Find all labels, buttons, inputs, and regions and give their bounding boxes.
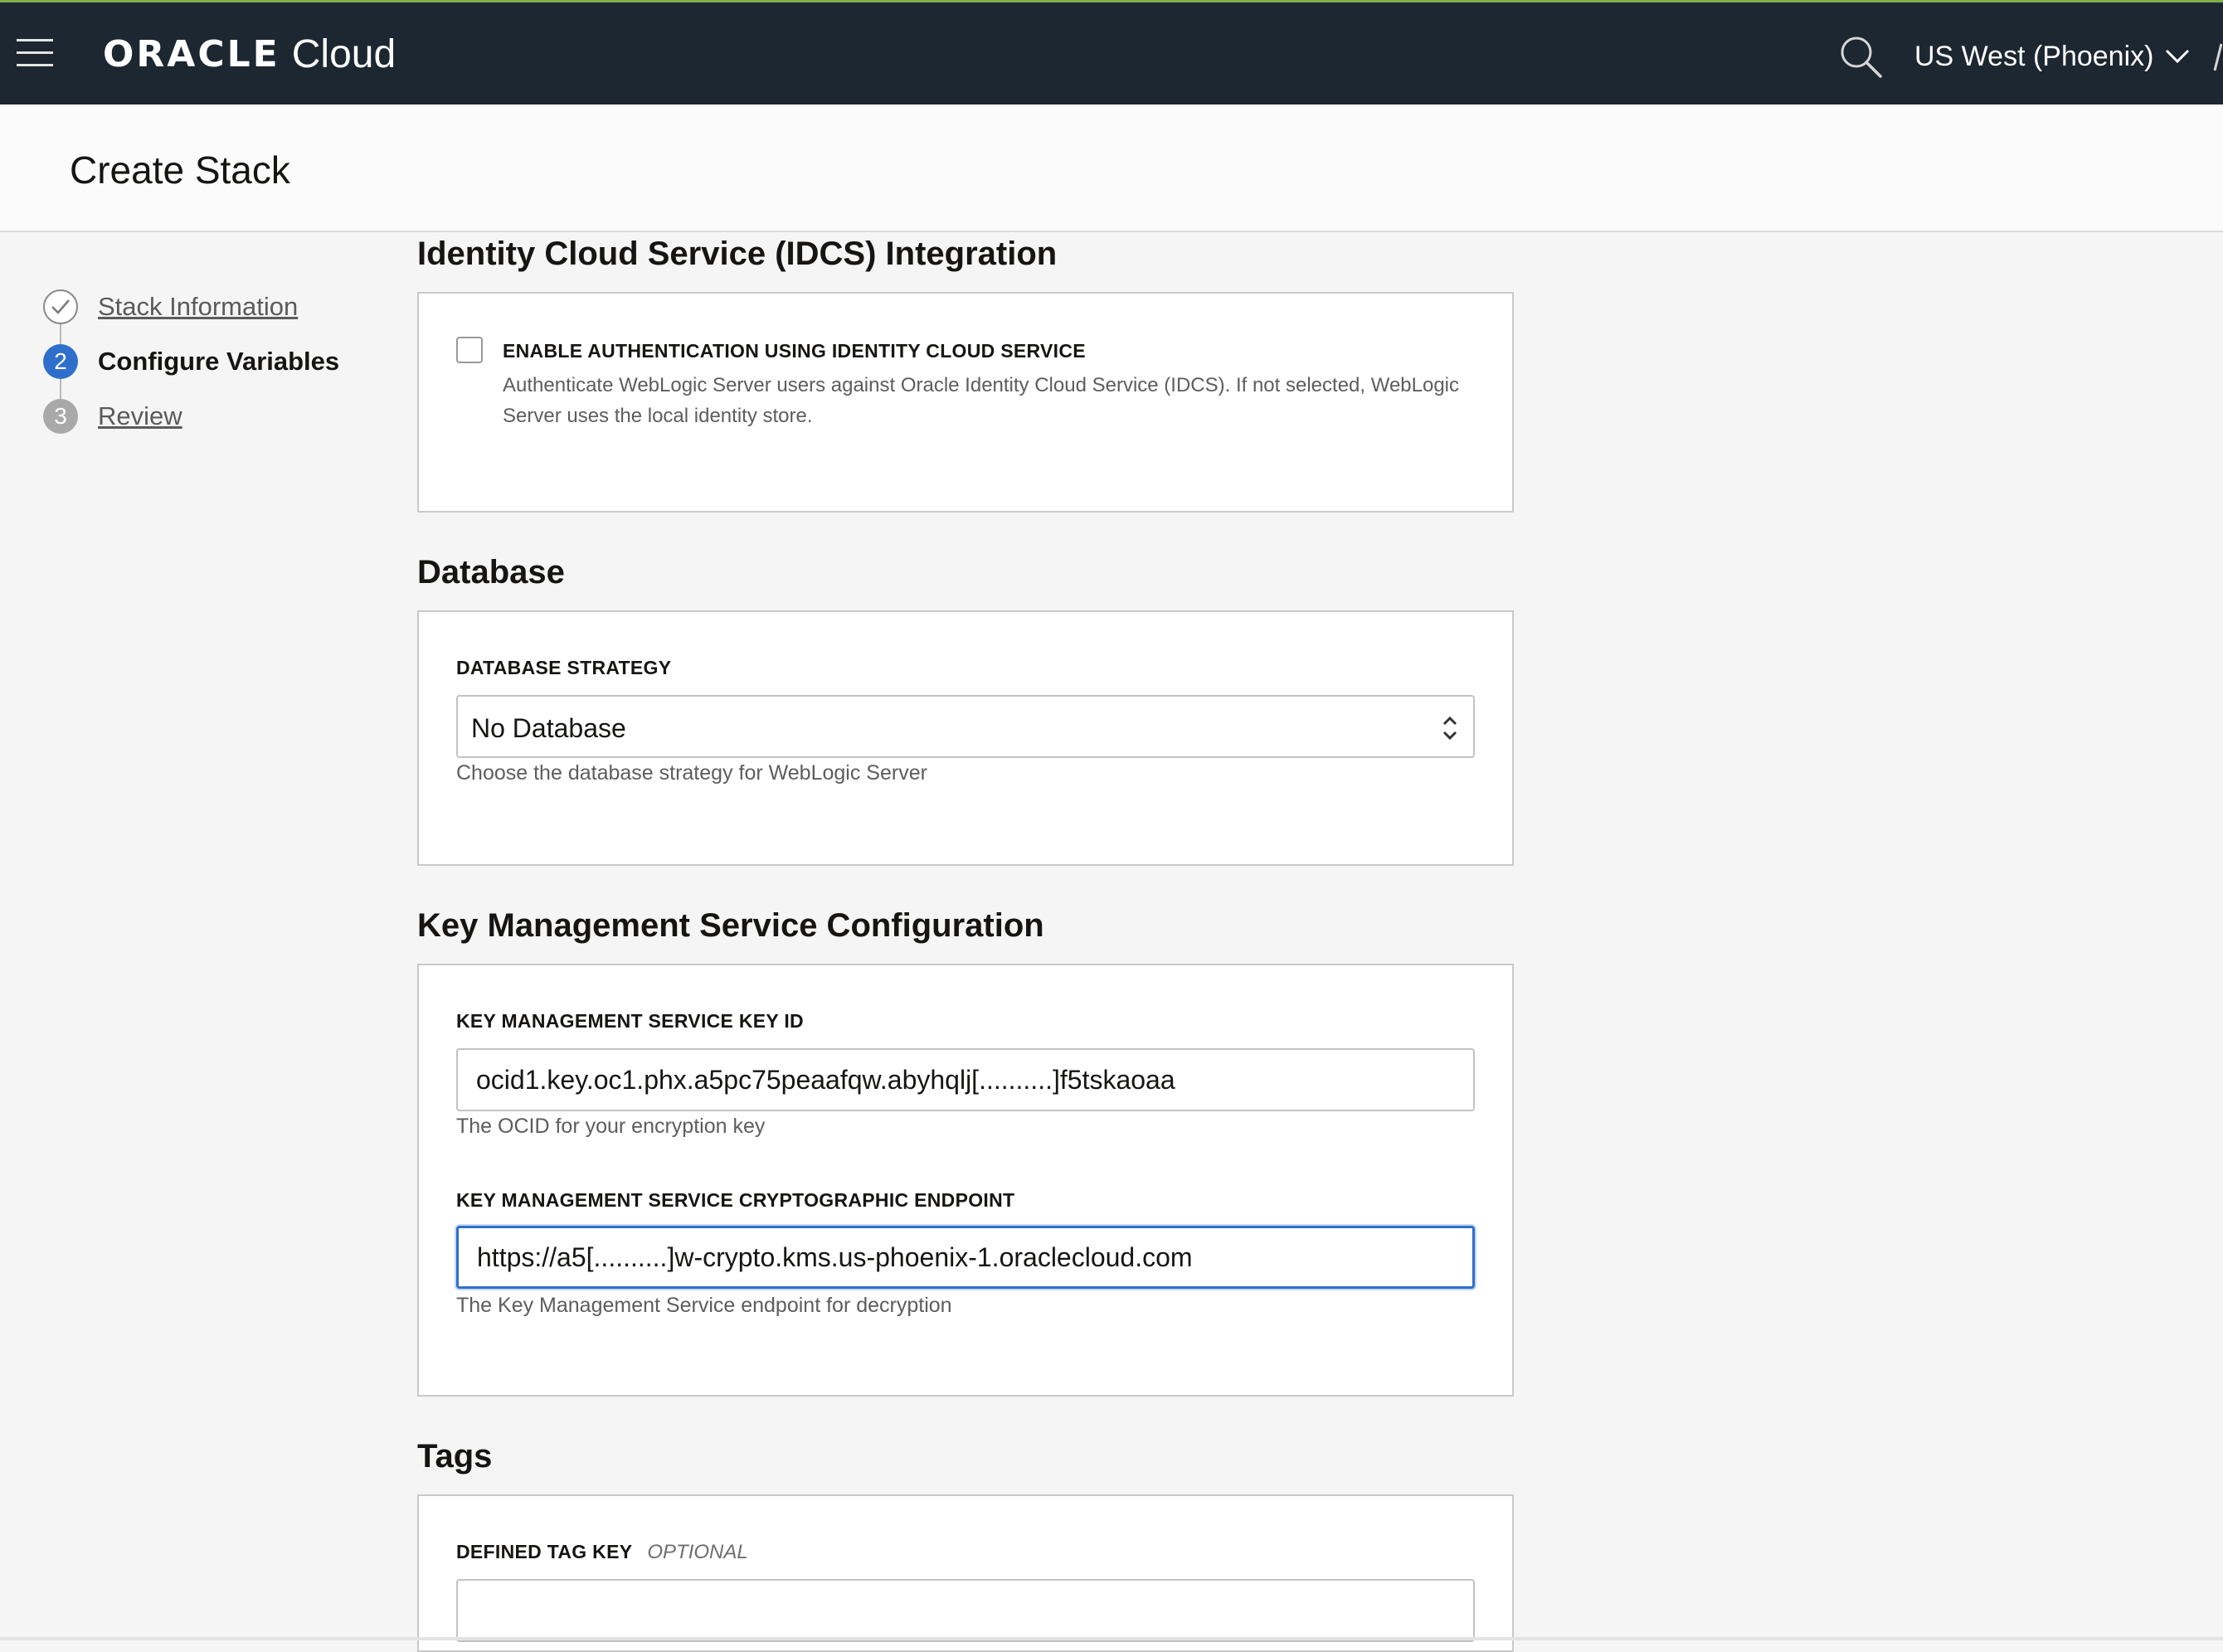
wizard-step-review[interactable]: 3 Review [43,398,182,435]
kms-endpoint-label: KEY MANAGEMENT SERVICE CRYPTOGRAPHIC END… [456,1189,1015,1211]
select-chevrons-icon [1442,716,1457,741]
page-header: Create Stack [0,104,2223,232]
wizard-step-stack-information[interactable]: Stack Information [43,289,298,325]
kms-key-id-help: The OCID for your encryption key [456,1115,766,1138]
kms-key-id-label: KEY MANAGEMENT SERVICE KEY ID [456,1010,804,1032]
region-selector[interactable]: US West (Phoenix) [1914,36,2190,77]
page-title: Create Stack [70,148,290,192]
step-label-review[interactable]: Review [98,401,182,431]
wizard-step-configure-variables: 2 Configure Variables [43,343,339,380]
database-strategy-select[interactable]: No Database [456,695,1475,758]
idcs-section-title: Identity Cloud Service (IDCS) Integratio… [417,236,1058,272]
kms-section-title: Key Management Service Configuration [417,907,1044,944]
kms-panel: KEY MANAGEMENT SERVICE KEY ID The OCID f… [417,964,1514,1397]
idcs-enable-checkbox[interactable] [456,337,483,363]
defined-tag-key-input[interactable] [456,1579,1475,1642]
step-label-configure-variables: Configure Variables [98,347,340,376]
region-label: US West (Phoenix) [1914,40,2154,72]
idcs-panel: ENABLE AUTHENTICATION USING IDENTITY CLO… [417,292,1514,513]
bottom-edge [0,1637,2223,1640]
database-strategy-label: DATABASE STRATEGY [456,657,672,678]
check-circle-icon [43,289,78,324]
step-label-stack-information[interactable]: Stack Information [98,292,298,322]
notification-icon[interactable] [2210,41,2223,74]
database-panel: DATABASE STRATEGY No Database Choose the… [417,610,1514,866]
tags-section-title: Tags [417,1438,493,1475]
database-section-title: Database [417,554,565,590]
optional-indicator: OPTIONAL [647,1541,748,1563]
idcs-checkbox-label[interactable]: ENABLE AUTHENTICATION USING IDENTITY CLO… [503,340,1086,362]
database-strategy-help: Choose the database strategy for WebLogi… [456,761,927,785]
oracle-cloud-logo[interactable]: ORACLE Cloud [103,29,396,79]
idcs-checkbox-description: Authenticate WebLogic Server users again… [503,374,1460,427]
logo-product: Cloud [291,32,396,76]
chevron-down-icon [2166,49,2190,64]
kms-key-id-input[interactable] [456,1048,1475,1111]
step-number-badge: 3 [43,399,78,434]
tags-panel: DEFINED TAG KEY OPTIONAL [417,1494,1514,1652]
kms-endpoint-input[interactable] [456,1226,1475,1289]
defined-tag-key-text: DEFINED TAG KEY [456,1541,633,1562]
hamburger-menu-icon[interactable] [17,39,53,67]
database-strategy-value: No Database [471,713,626,743]
search-icon[interactable] [1838,34,1883,79]
logo-brand: ORACLE [103,32,280,75]
step-number-badge: 2 [43,344,78,379]
kms-endpoint-help: The Key Management Service endpoint for … [456,1294,952,1317]
top-navigation-bar: ORACLE Cloud US West (Phoenix) [0,0,2223,104]
defined-tag-key-label: DEFINED TAG KEY OPTIONAL [456,1541,748,1564]
